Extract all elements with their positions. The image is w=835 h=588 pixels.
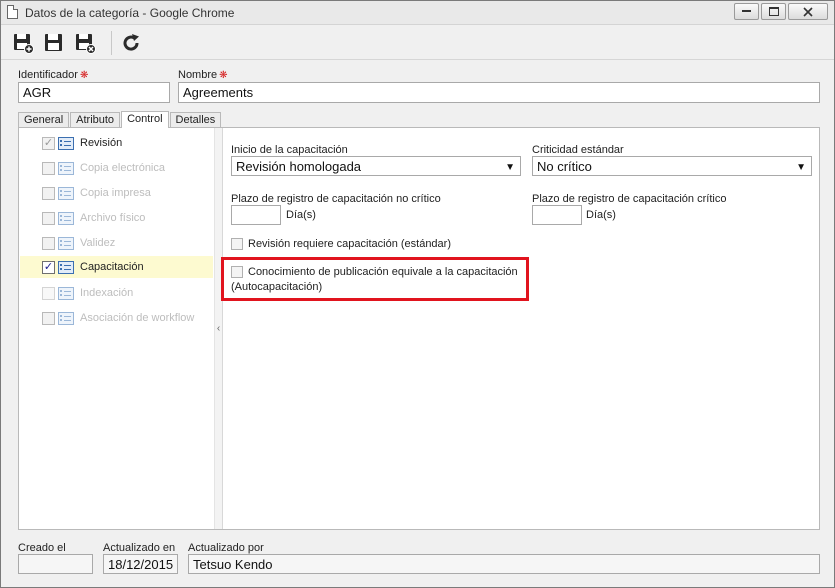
updated-by-field: Tetsuo Kendo <box>188 554 820 574</box>
list-item-label: Indexación <box>80 287 134 299</box>
capacitacion-checkbox[interactable]: ✓ <box>42 260 55 274</box>
panel-collapse-handle[interactable]: ‹ <box>214 128 223 529</box>
created-field <box>18 554 93 574</box>
tab-detalles[interactable]: Detalles <box>169 112 222 128</box>
list-item-asociacion-workflow[interactable]: Asociación de workflow <box>20 307 213 329</box>
days-unit-label: Día(s) <box>286 209 316 221</box>
revision-checkbox[interactable]: ✓ <box>42 136 55 150</box>
updated-field: 18/12/2015 <box>103 554 178 574</box>
list-item-label: Revisión <box>80 137 123 149</box>
criticality-select-value: No crítico <box>537 159 592 174</box>
created-label: Creado el <box>18 542 66 554</box>
required-icon: ❋ <box>219 70 228 81</box>
start-select-value: Revisión homologada <box>236 159 362 174</box>
tab-general[interactable]: General <box>18 112 70 128</box>
list-item-label: Copia impresa <box>80 187 151 199</box>
list-item-validez[interactable]: Validez <box>20 232 213 254</box>
copia-electronica-checkbox[interactable] <box>42 161 55 175</box>
updated-by-label: Actualizado por <box>188 542 264 554</box>
highlight-box <box>221 257 529 301</box>
dropdown-arrow-icon: ▼ <box>796 162 806 173</box>
critical-period-input[interactable] <box>532 205 582 225</box>
chevron-left-icon: ‹ <box>216 323 221 334</box>
maximize-button[interactable] <box>761 3 786 20</box>
window-controls <box>732 3 828 21</box>
save-close-icon <box>76 34 96 54</box>
list-item-label: Capacitación <box>80 261 144 273</box>
form-icon <box>58 260 74 274</box>
list-item-label: Asociación de workflow <box>80 312 195 324</box>
list-item-indexacion[interactable]: Indexación <box>20 282 213 304</box>
identifier-label-text: Identificador <box>18 69 78 81</box>
control-panel: ✓ Revisión Copia electrónica Copia impre… <box>18 127 820 530</box>
identifier-field[interactable]: AGR <box>18 82 170 103</box>
revision-requires-row[interactable]: Revisión requiere capacitación (estándar… <box>231 238 451 250</box>
days-unit-label: Día(s) <box>586 209 616 221</box>
list-item-label: Archivo físico <box>80 212 146 224</box>
copia-impresa-checkbox[interactable] <box>42 186 55 200</box>
tab-bar: General Atributo Control Detalles <box>18 111 222 128</box>
revision-requires-label: Revisión requiere capacitación (estándar… <box>248 238 451 250</box>
browser-window: Datos de la categoría - Google Chrome Id… <box>0 0 835 588</box>
list-item-copia-impresa[interactable]: Copia impresa <box>20 182 213 204</box>
name-label-text: Nombre <box>178 69 218 81</box>
list-item-copia-electronica[interactable]: Copia electrónica <box>20 157 213 179</box>
toolbar <box>1 26 834 60</box>
maximize-icon <box>768 7 779 16</box>
form-icon <box>58 211 74 225</box>
refresh-icon <box>123 34 139 51</box>
list-item-label: Copia electrónica <box>80 162 165 174</box>
list-item-label: Validez <box>80 237 116 249</box>
minimize-icon <box>742 10 751 12</box>
criticality-select[interactable]: No crítico ▼ <box>532 156 812 176</box>
save-icon <box>45 34 62 51</box>
start-select[interactable]: Revisión homologada ▼ <box>231 156 521 176</box>
tab-atributo[interactable]: Atributo <box>70 112 121 128</box>
required-icon: ❋ <box>79 70 89 81</box>
identifier-label: Identificador ❋ <box>18 69 88 81</box>
start-label: Inicio de la capacitación <box>231 144 348 156</box>
close-button[interactable] <box>788 3 828 20</box>
control-list: ✓ Revisión Copia electrónica Copia impre… <box>19 128 214 529</box>
updated-label: Actualizado en <box>103 542 176 554</box>
revision-requires-checkbox[interactable] <box>231 238 243 250</box>
save-close-button[interactable] <box>73 31 97 55</box>
asociacion-workflow-checkbox[interactable] <box>42 311 55 325</box>
form-icon <box>58 186 74 200</box>
validez-checkbox[interactable] <box>42 236 55 250</box>
save-new-button[interactable] <box>11 31 35 55</box>
list-item-archivo-fisico[interactable]: Archivo físico <box>20 207 213 229</box>
form-icon <box>58 236 74 250</box>
noncritical-period-label: Plazo de registro de capacitación no crí… <box>231 193 441 205</box>
form-icon <box>58 161 74 175</box>
indexacion-checkbox[interactable] <box>42 286 55 300</box>
refresh-button[interactable] <box>119 31 143 55</box>
close-icon <box>803 6 813 17</box>
save-new-icon <box>14 34 34 54</box>
list-item-revision[interactable]: ✓ Revisión <box>20 132 213 154</box>
minimize-button[interactable] <box>734 3 759 20</box>
document-icon <box>7 5 18 19</box>
form-icon <box>58 311 74 325</box>
tab-control[interactable]: Control <box>121 111 169 128</box>
window-title: Datos de la categoría - Google Chrome <box>25 6 235 20</box>
name-field[interactable]: Agreements <box>178 82 820 103</box>
title-bar: Datos de la categoría - Google Chrome <box>1 1 834 25</box>
save-button[interactable] <box>42 31 66 55</box>
name-label: Nombre ❋ <box>178 69 228 81</box>
form-icon <box>58 286 74 300</box>
noncritical-period-input[interactable] <box>231 205 281 225</box>
form-icon <box>58 136 74 150</box>
critical-period-label: Plazo de registro de capacitación crític… <box>532 193 727 205</box>
criticality-label: Criticidad estándar <box>532 144 624 156</box>
toolbar-separator <box>111 31 112 55</box>
archivo-fisico-checkbox[interactable] <box>42 211 55 225</box>
list-item-capacitacion[interactable]: ✓ Capacitación <box>20 256 213 278</box>
dropdown-arrow-icon: ▼ <box>505 162 515 173</box>
